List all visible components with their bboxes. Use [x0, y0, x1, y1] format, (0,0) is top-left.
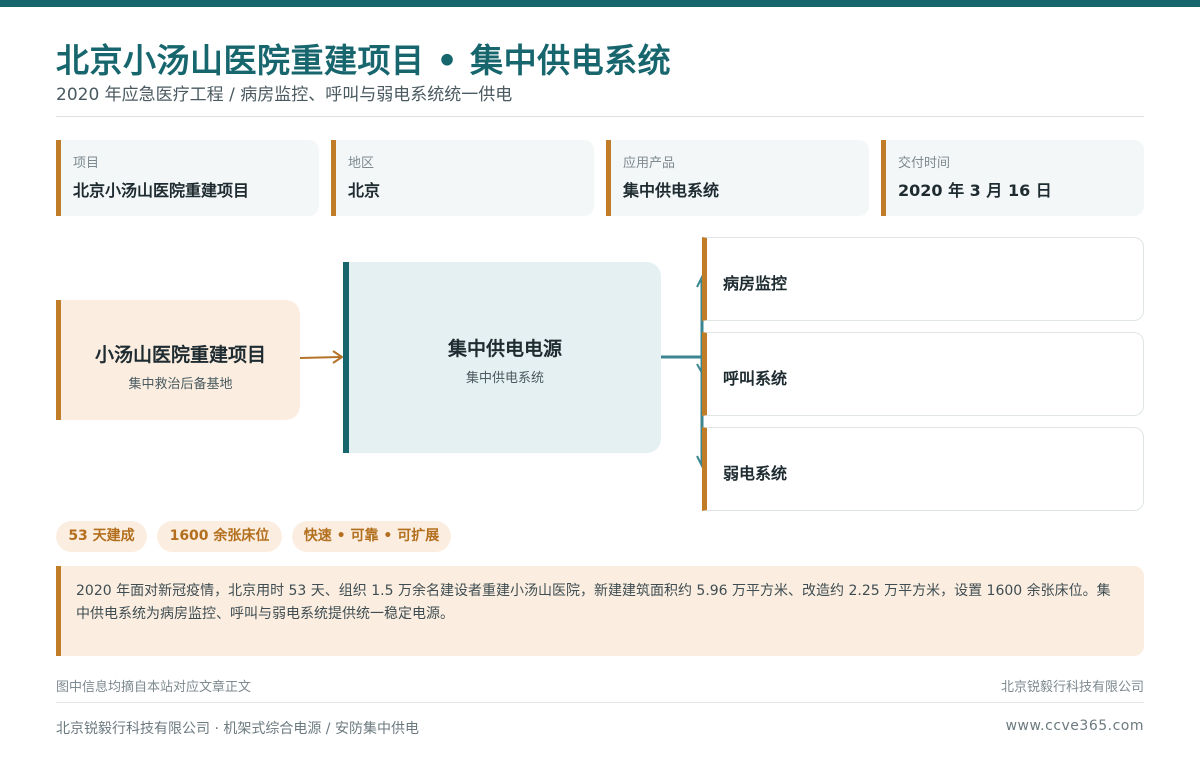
source-node: 小汤山医院重建项目 集中救治后备基地	[56, 300, 300, 420]
target-node-call-system: 呼叫系统	[702, 332, 1144, 416]
power-supply-node-subtitle: 集中供电系统	[465, 371, 544, 386]
tag-bed-count: 1600 余张床位	[157, 521, 282, 552]
target-node-label: 弱电系统	[723, 464, 788, 483]
center-to-targets-connector	[661, 274, 708, 469]
company-name: 北京锐毅行科技有限公司	[1000, 680, 1144, 695]
website-link[interactable]: www.ccve365.com	[1006, 718, 1144, 734]
target-node-ward-monitoring: 病房监控	[702, 237, 1144, 321]
target-node-label: 病房监控	[723, 274, 788, 293]
company-tagline: 北京锐毅行科技有限公司 · 机架式综合电源 / 安防集中供电	[56, 721, 419, 737]
tag-features: 快速 • 可靠 • 可扩展	[292, 521, 451, 552]
source-note: 图中信息均摘自本站对应文章正文	[56, 680, 252, 695]
target-node-label: 呼叫系统	[723, 369, 788, 388]
target-node-low-voltage: 弱电系统	[702, 427, 1144, 511]
source-node-title: 小汤山医院重建项目	[94, 344, 266, 366]
source-node-subtitle: 集中救治后备基地	[128, 377, 233, 392]
power-supply-node: 集中供电电源 集中供电系统	[343, 262, 661, 453]
tag-build-days: 53 天建成	[56, 521, 147, 552]
project-description: 2020 年面对新冠疫情，北京用时 53 天、组织 1.5 万余名建设者重建小汤…	[56, 566, 1144, 656]
footer-divider	[56, 702, 1144, 703]
source-to-center-arrow	[299, 350, 344, 364]
power-supply-node-title: 集中供电电源	[447, 338, 562, 360]
